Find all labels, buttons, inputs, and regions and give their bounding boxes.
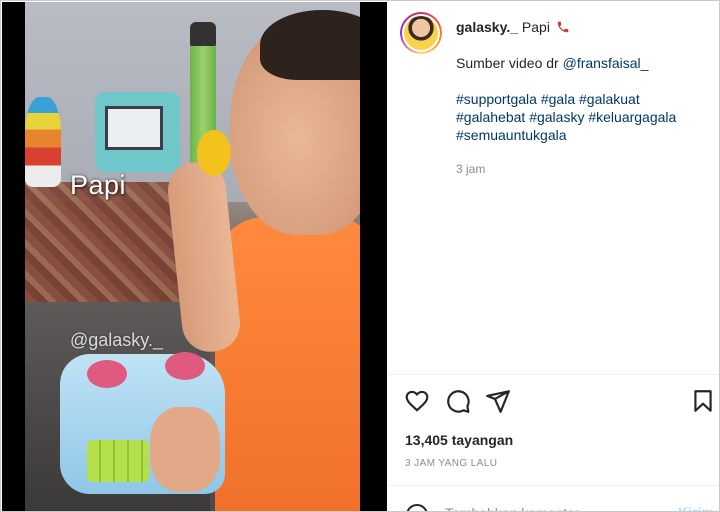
hashtag-line: #semuauntukgala: [456, 126, 711, 144]
post-timestamp[interactable]: 3 JAM YANG LALU: [405, 458, 497, 469]
toy-phone-keypad: [87, 440, 149, 482]
post-side-panel: galasky._ Papi Sumber video dr @fransfai…: [388, 2, 719, 512]
toy-can-cap: [190, 22, 216, 46]
caption-timestamp[interactable]: 3 jam: [456, 162, 485, 176]
avatar-image: [404, 16, 438, 50]
bookmark-icon[interactable]: [690, 388, 716, 414]
post-comment-button[interactable]: Kirim: [678, 504, 714, 511]
avatar[interactable]: [400, 12, 442, 54]
video-player[interactable]: Papi @galasky._: [2, 2, 387, 511]
mention-link[interactable]: @fransfaisal_: [563, 55, 649, 71]
video-overlay-caption: Papi: [70, 170, 127, 200]
comment-input[interactable]: [445, 503, 665, 511]
comment-icon[interactable]: [445, 388, 471, 414]
child-shirt: [215, 217, 360, 511]
telephone-receiver-icon: [557, 21, 569, 33]
heart-icon[interactable]: [404, 388, 430, 414]
comment-bar: Kirim: [388, 486, 719, 512]
toy-tablet: [95, 92, 180, 172]
child-hand: [150, 407, 220, 492]
caption-first-word: Papi: [521, 19, 550, 35]
toy-phone-button-right: [165, 352, 205, 380]
avatar-inner: [402, 14, 440, 52]
paper-plane-icon[interactable]: [485, 388, 511, 414]
caption-source-line: Sumber video dr @fransfaisal_: [456, 54, 711, 72]
stacking-toy: [25, 97, 61, 187]
hashtag-line: #supportgala #gala #galakuat: [456, 90, 711, 108]
toy-tablet-screen: [105, 106, 163, 150]
username-link[interactable]: galasky._: [456, 19, 518, 35]
hashtag-line: #galahebat #galasky #keluargagala: [456, 108, 711, 126]
hashtag-link[interactable]: #semuauntukgala: [456, 127, 567, 143]
hashtag-link[interactable]: #galakuat: [579, 91, 640, 107]
toy-phone-button-left: [87, 360, 127, 388]
hashtag-link[interactable]: #galasky: [529, 109, 584, 125]
view-count[interactable]: 13,405 tayangan: [405, 432, 513, 448]
hashtag-link[interactable]: #gala: [541, 91, 575, 107]
hashtag-link[interactable]: #supportgala: [456, 91, 537, 107]
hashtag-link[interactable]: #galahebat: [456, 109, 525, 125]
toy-handset: [197, 130, 231, 176]
caption-body: Sumber video dr @fransfaisal_ #supportga…: [456, 54, 711, 144]
emoji-icon[interactable]: [405, 503, 429, 512]
video-frame[interactable]: [25, 2, 360, 511]
caption-source-prefix: Sumber video dr: [456, 55, 559, 71]
divider: [388, 374, 719, 375]
video-watermark: @galasky._: [70, 330, 163, 350]
instagram-post-window: Papi @galasky._ galasky._ Papi Sumber vi…: [0, 0, 720, 512]
caption-header: galasky._ Papi: [456, 19, 570, 35]
hashtag-link[interactable]: #keluargagala: [588, 109, 676, 125]
